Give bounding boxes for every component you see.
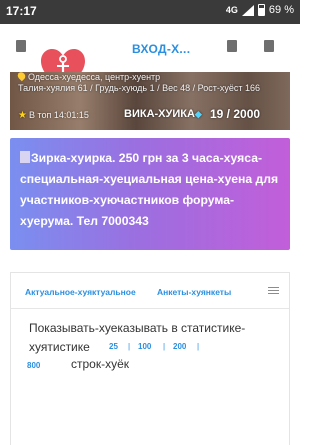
separator: | xyxy=(197,342,200,351)
app-header: ВХОД-Х... xyxy=(0,24,300,90)
diamond-icon: ◆ xyxy=(194,109,202,119)
status-bar: 17:17 4G 69 % xyxy=(0,0,300,24)
separator: | xyxy=(128,342,131,351)
profile-location-row: Одесса-хуедесса, центр-хуентр xyxy=(16,72,161,82)
search-icon[interactable] xyxy=(227,40,237,52)
rows-label: строк-хуёк xyxy=(71,357,130,371)
tab-actual[interactable]: Актуальное-хуяктуальное xyxy=(25,287,136,297)
profile-location: Одесса-хуедесса, центр-хуентр xyxy=(28,72,161,82)
promo-square-icon xyxy=(20,151,30,163)
status-indicators: 4G 69 % xyxy=(226,4,294,16)
star-icon: ★ xyxy=(18,110,27,121)
count-200[interactable]: 200 xyxy=(173,342,186,351)
status-time: 17:17 xyxy=(6,4,37,18)
battery-icon xyxy=(257,4,265,16)
battery-level: 69 % xyxy=(268,4,294,16)
stats-label: Показывать-хуеказывать в статистике-хуят… xyxy=(29,321,246,354)
profile-rank: 19 / 2000 xyxy=(210,107,261,121)
list-menu-icon[interactable] xyxy=(268,287,279,296)
profile-card[interactable]: Одесса-хуедесса, центр-хуентр Талия-хуял… xyxy=(10,72,290,130)
profile-name-row[interactable]: ВИКА-ХУИКА◆ xyxy=(124,108,202,120)
count-800[interactable]: 800 xyxy=(27,361,40,370)
separator: | xyxy=(163,342,166,351)
menu-icon[interactable] xyxy=(16,40,26,52)
promo-banner[interactable]: Зирка-хуирка. 250 грн за 3 часа-хуяса- с… xyxy=(10,138,290,250)
location-pin-icon xyxy=(16,72,27,82)
profile-top-row: ★ В топ 14:01:15 xyxy=(18,110,89,121)
feed-card: Актуальное-хуяктуальное Анкеты-хуянкеты … xyxy=(10,272,290,445)
tab-ankets[interactable]: Анкеты-хуянкеты xyxy=(157,287,231,297)
network-type: 4G xyxy=(225,5,238,15)
count-25[interactable]: 25 xyxy=(109,342,118,351)
profile-top-time: В топ 14:01:15 xyxy=(28,110,89,120)
signal-icon xyxy=(241,4,254,16)
tab-bar: Актуальное-хуяктуальное Анкеты-хуянкеты xyxy=(11,273,289,309)
user-icon[interactable] xyxy=(264,40,274,52)
login-title[interactable]: ВХОД-Х... xyxy=(132,42,190,56)
profile-params: Талия-хуялия 61 / Грудь-хуюдь 1 / Вес 48… xyxy=(18,83,260,93)
profile-name: ВИКА-ХУИКА xyxy=(124,108,195,120)
promo-text-row: Зирка-хуирка. 250 грн за 3 часа-хуяса- с… xyxy=(20,148,280,232)
promo-text: Зирка-хуирка. 250 грн за 3 часа-хуяса- с… xyxy=(20,151,279,228)
count-100[interactable]: 100 xyxy=(138,342,151,351)
